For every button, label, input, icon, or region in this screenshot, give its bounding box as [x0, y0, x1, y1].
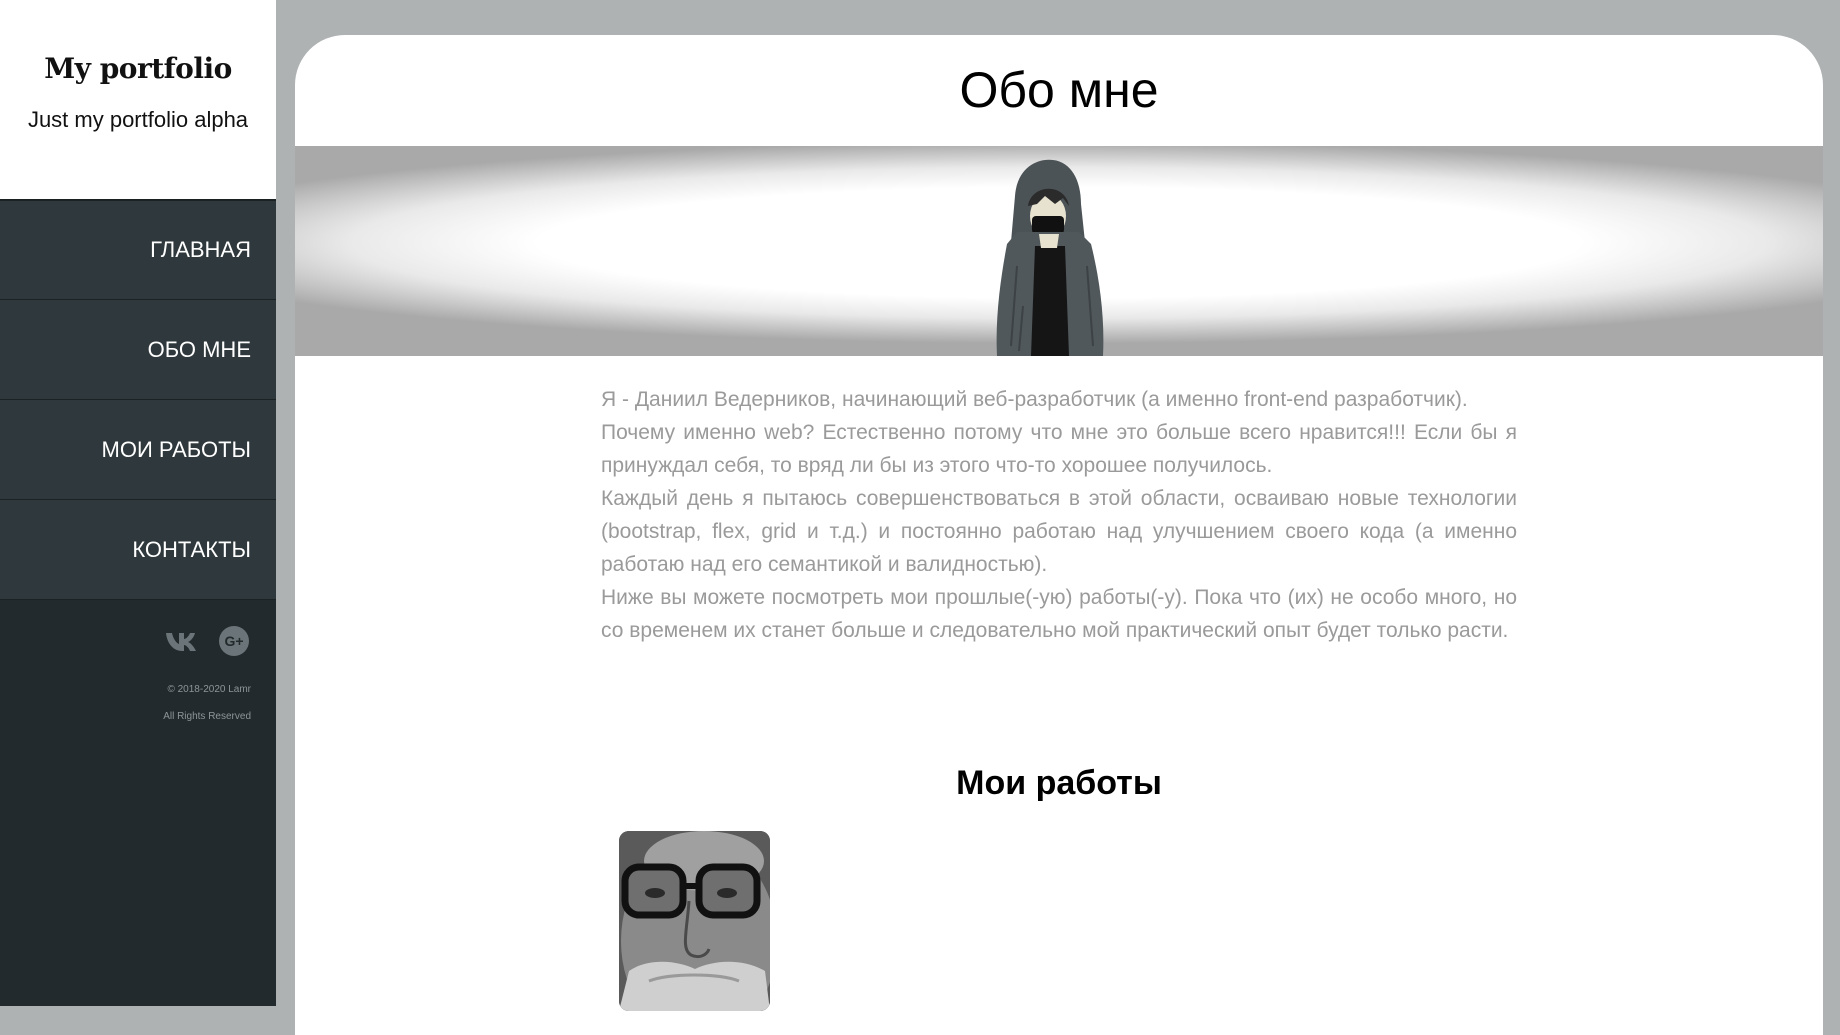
content-card: Обо мне Я - Даниил Ведерников, начинающи…: [295, 35, 1823, 1035]
sidebar: My portfolio Just my portfolio alpha ГЛА…: [0, 0, 276, 1006]
svg-text:G+: G+: [224, 633, 243, 649]
copyright: © 2018-2020 Lamr All Rights Reserved: [0, 676, 276, 730]
about-banner: [295, 146, 1823, 356]
about-text: Я - Даниил Ведерников, начинающий веб-ра…: [601, 383, 1517, 647]
brand-title[interactable]: My portfolio: [0, 0, 276, 85]
about-paragraph: Каждый день я пытаюсь совершенствоваться…: [601, 487, 1517, 576]
nav-item-label: ОБО МНЕ: [147, 336, 251, 362]
nav-item-about[interactable]: ОБО МНЕ: [0, 300, 276, 400]
nav-item-home[interactable]: ГЛАВНАЯ: [0, 200, 276, 300]
work-thumbnail[interactable]: [619, 831, 770, 1011]
main-nav: ГЛАВНАЯ ОБО МНЕ МОИ РАБОТЫ КОНТАКТЫ: [0, 200, 276, 600]
rights-line: All Rights Reserved: [163, 711, 251, 722]
about-paragraph: Ниже вы можете посмотреть мои прошлые(-у…: [601, 586, 1517, 642]
google-plus-icon[interactable]: G+: [217, 624, 251, 658]
copyright-line: © 2018-2020 Lamr: [167, 684, 251, 695]
vk-icon[interactable]: [165, 624, 199, 658]
works-title: Мои работы: [956, 764, 1162, 802]
nav-item-contacts[interactable]: КОНТАКТЫ: [0, 500, 276, 600]
nav-item-works[interactable]: МОИ РАБОТЫ: [0, 400, 276, 500]
about-paragraph: Я - Даниил Ведерников, начинающий веб-ра…: [601, 388, 1468, 411]
about-paragraph: Почему именно web? Естественно потому чт…: [601, 421, 1517, 477]
social-links: G+: [0, 624, 276, 658]
brand-subtitle: Just my portfolio alpha: [27, 107, 249, 132]
hooded-figure-illustration: [996, 159, 1104, 356]
portrait-photo: [619, 831, 770, 1011]
brand-block: My portfolio Just my portfolio alpha: [0, 0, 276, 200]
page-title: Обо мне: [959, 62, 1159, 118]
nav-item-label: МОИ РАБОТЫ: [101, 436, 251, 462]
nav-item-label: КОНТАКТЫ: [132, 536, 251, 562]
nav-item-label: ГЛАВНАЯ: [150, 237, 251, 262]
